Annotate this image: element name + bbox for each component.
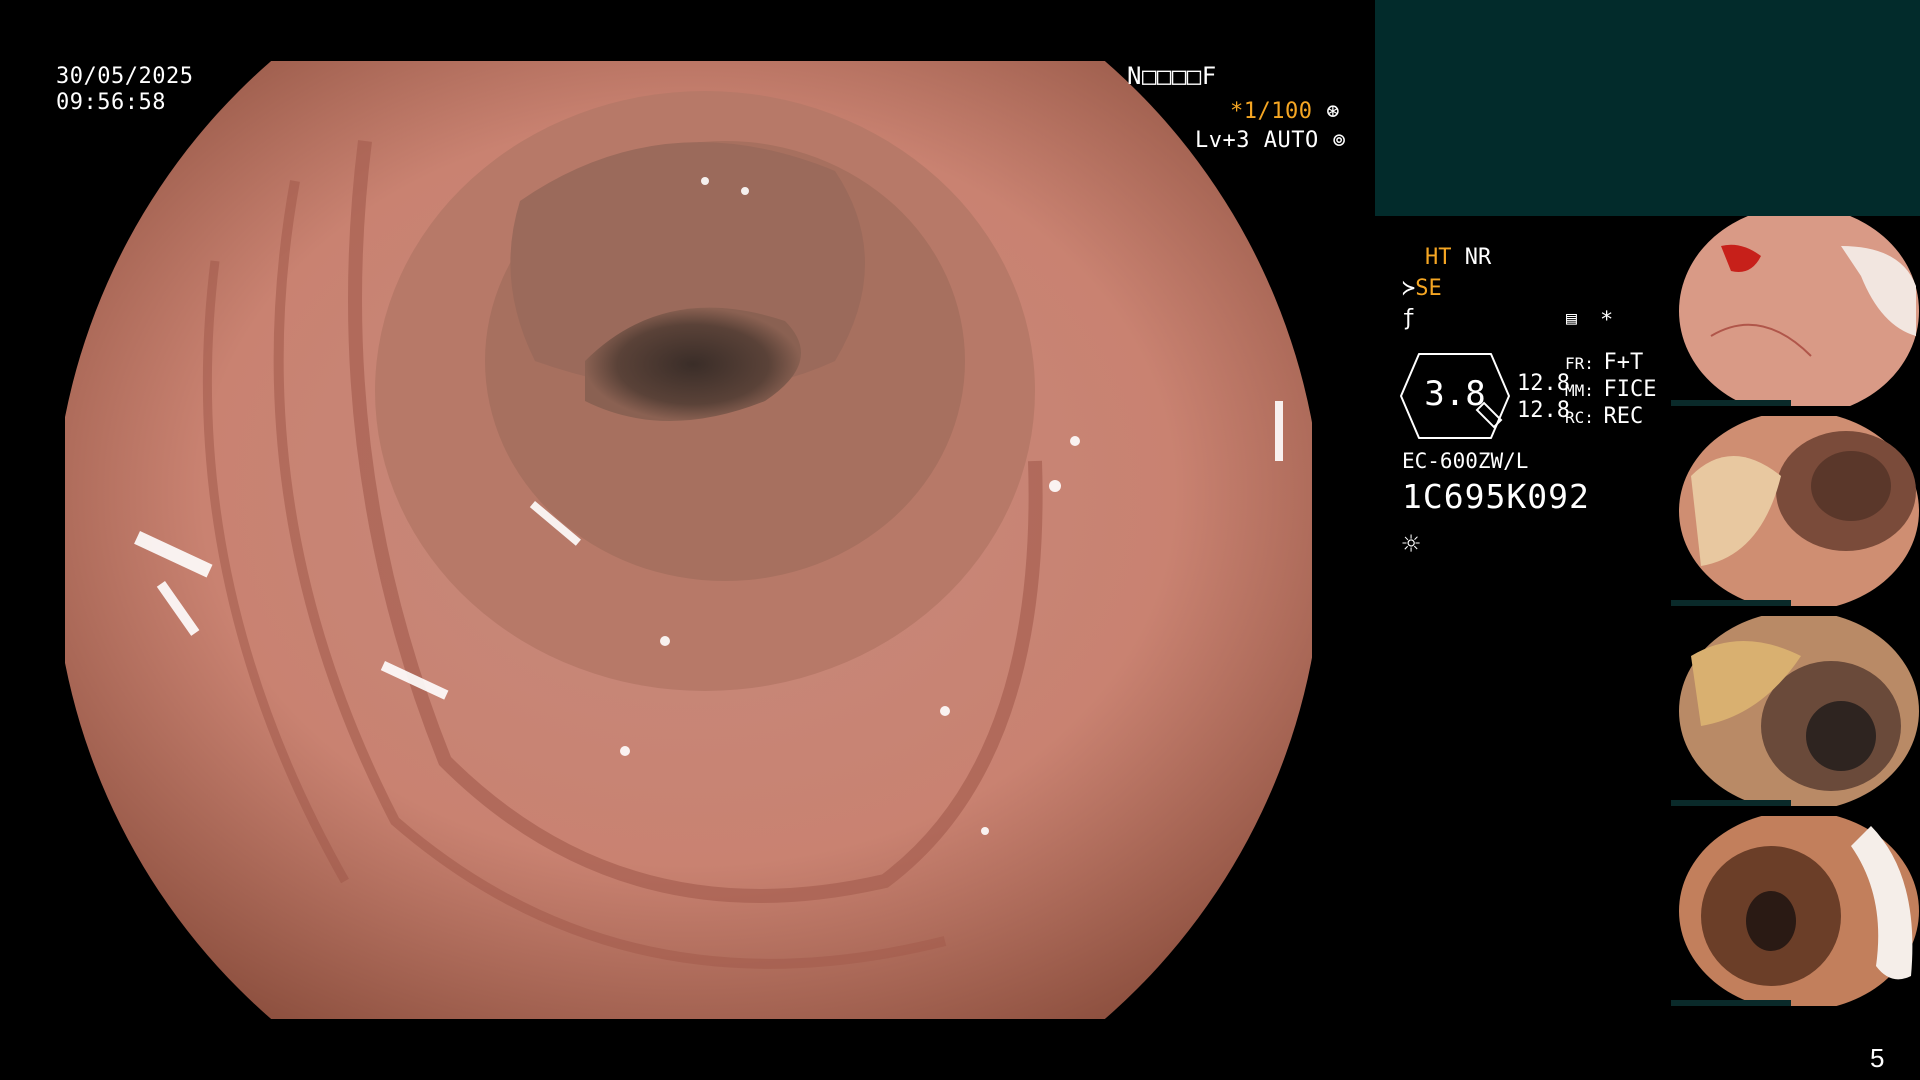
ht-label: HT xyxy=(1425,245,1452,270)
structure-enhance-icon: ≻ xyxy=(1402,276,1416,301)
shutter-value: *1/100 xyxy=(1230,99,1313,124)
auto-wheel-icon: ⊚ xyxy=(1332,128,1347,153)
patient-code: N□□□□F xyxy=(1127,62,1217,90)
thumbnail-1[interactable] xyxy=(1671,216,1920,406)
thumbnail-2[interactable] xyxy=(1671,416,1920,606)
mm-label: MM: xyxy=(1565,381,1594,400)
nr-label: NR xyxy=(1464,245,1492,270)
fr-value: F+T xyxy=(1603,350,1644,375)
rc-value: REC xyxy=(1603,404,1644,429)
scope-serial: 1C695K092 xyxy=(1402,477,1590,516)
ht-nr-row: HT NR xyxy=(1425,245,1491,270)
level-label: Lv+3 AUTO ⊚ xyxy=(1195,128,1346,154)
star-indicator: * xyxy=(1600,308,1614,333)
zoom-value: 3.8 xyxy=(1424,374,1486,414)
info-panel-top xyxy=(1375,0,1920,216)
scope-model: EC-600ZW/L xyxy=(1402,449,1529,473)
date-time-block: 30/05/2025 09:56:58 xyxy=(56,64,193,116)
thumbnail-strip xyxy=(1671,400,1791,406)
endoscope-main-view xyxy=(65,61,1312,1019)
mm-value: FICE xyxy=(1603,377,1657,402)
thumbnail-strip xyxy=(1671,800,1791,806)
shutter-wheel-icon: ⊛ xyxy=(1326,99,1340,124)
time-label: 09:56:58 xyxy=(56,90,166,115)
thumbnail-4[interactable] xyxy=(1671,816,1920,1006)
zoom-badge: 3.8 xyxy=(1399,352,1511,440)
light-sun-icon: ☼ xyxy=(1402,527,1421,562)
date-label: 30/05/2025 xyxy=(56,64,194,89)
values-column: 12.8 12.8 xyxy=(1517,370,1570,424)
level-value: Lv+3 AUTO xyxy=(1195,128,1319,153)
thumbnail-strip xyxy=(1671,600,1791,606)
thumbnail-strip xyxy=(1671,1000,1791,1006)
fr-label: FR: xyxy=(1565,354,1594,373)
mode-column: FR: F+T MM: FICE RC: REC xyxy=(1565,350,1657,431)
memory-card-icon: ▤ xyxy=(1566,308,1577,329)
value-2: 12.8 xyxy=(1517,398,1570,423)
rc-label: RC: xyxy=(1565,408,1594,427)
thumbnail-3[interactable] xyxy=(1671,616,1920,806)
page-number: 5 xyxy=(1870,1043,1885,1073)
value-1: 12.8 xyxy=(1517,371,1570,396)
shutter-label: *1/100 ⊛ xyxy=(1230,99,1340,125)
se-label: SE xyxy=(1415,276,1442,301)
se-row: ≻SE xyxy=(1402,276,1442,301)
filter-icon: ƒ xyxy=(1402,306,1416,331)
